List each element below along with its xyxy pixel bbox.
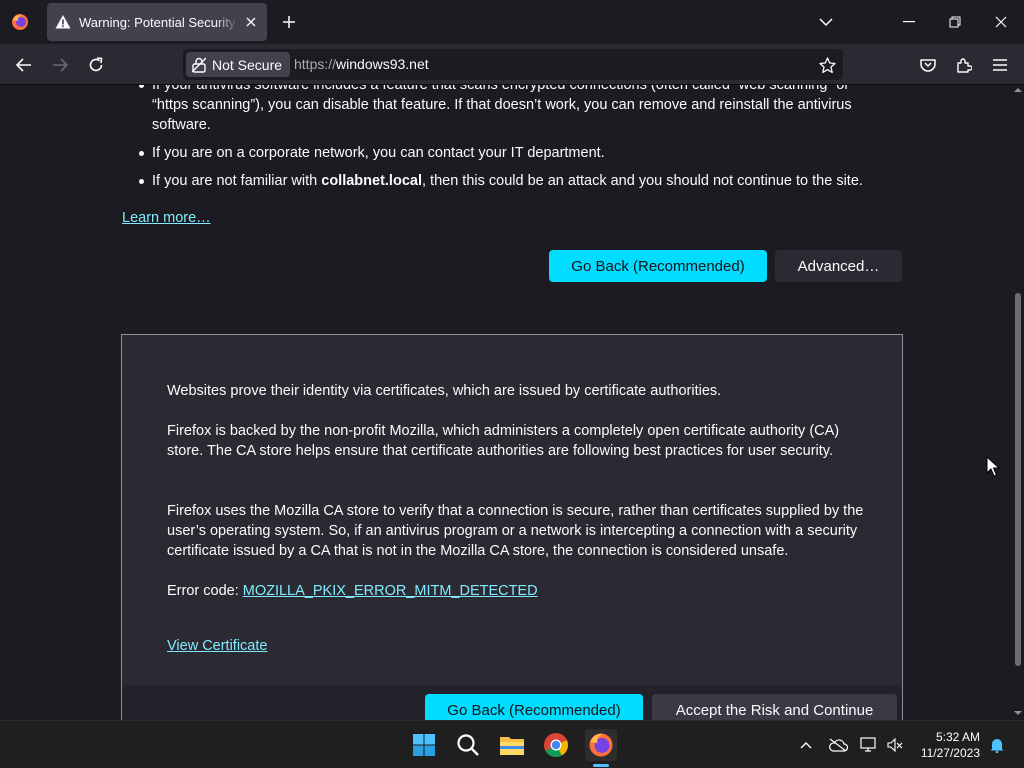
advanced-panel: Websites prove their identity via certif… xyxy=(121,334,903,720)
not-secure-label: Not Secure xyxy=(212,56,283,73)
learn-more-link[interactable]: Learn more… xyxy=(122,210,211,226)
error-code-label: Error code: xyxy=(167,583,243,599)
back-icon[interactable] xyxy=(11,52,37,78)
view-certificate-link[interactable]: View Certificate xyxy=(167,638,267,654)
extensions-icon[interactable] xyxy=(951,52,977,78)
url-host: windows93.net xyxy=(336,56,429,72)
tab-strip: Warning: Potential Security Risk Ahead xyxy=(0,0,1024,44)
close-window-icon[interactable] xyxy=(978,0,1024,44)
show-hidden-icons-icon[interactable] xyxy=(796,735,816,755)
bookmark-star-icon[interactable] xyxy=(817,55,837,75)
firefox-taskbar-icon[interactable] xyxy=(585,729,617,761)
bullet3-suffix: , then this could be an attack and you s… xyxy=(421,173,863,189)
forward-icon[interactable] xyxy=(47,52,73,78)
start-icon[interactable] xyxy=(408,729,440,761)
scroll-thumb[interactable] xyxy=(1015,293,1021,666)
panel-paragraph-1: Websites prove their identity via certif… xyxy=(167,383,722,399)
view-certificate-line: View Certificate xyxy=(167,636,867,656)
advice-list: If your antivirus software includes a fe… xyxy=(136,85,886,199)
bullet3-prefix: If you are not familiar with xyxy=(152,173,322,189)
active-app-indicator xyxy=(593,764,609,767)
tab-security-warning[interactable]: Warning: Potential Security Risk Ahead xyxy=(47,3,267,41)
mouse-cursor-icon xyxy=(986,456,1000,477)
restore-icon[interactable] xyxy=(932,0,978,44)
onedrive-offline-icon[interactable] xyxy=(828,735,848,755)
url-bar[interactable]: Not Secure https://windows93.net xyxy=(183,49,843,80)
panel-paragraph-3: Firefox uses the Mozilla CA store to ver… xyxy=(167,503,864,559)
scroll-up-icon[interactable] xyxy=(1014,86,1022,94)
taskbar: 5:32 AM 11/27/2023 xyxy=(0,720,1024,768)
target-host: collabnet.local xyxy=(321,173,422,189)
not-secure-badge[interactable]: Not Secure xyxy=(186,52,291,77)
list-item: If you are on a corporate network, you c… xyxy=(136,143,886,163)
file-explorer-icon[interactable] xyxy=(496,729,528,761)
reload-icon[interactable] xyxy=(83,52,109,78)
navigation-toolbar: Not Secure https://windows93.net xyxy=(0,44,1024,85)
minimize-icon[interactable] xyxy=(886,0,932,44)
advanced-button[interactable]: Advanced… xyxy=(775,250,902,282)
error-page-content: If your antivirus software includes a fe… xyxy=(0,85,1012,720)
warning-icon xyxy=(55,14,71,30)
go-back-button-secondary[interactable]: Go Back (Recommended) xyxy=(425,694,643,720)
clock-time: 5:32 AM xyxy=(935,730,980,744)
list-all-tabs-icon[interactable] xyxy=(816,12,836,32)
scroll-down-icon[interactable] xyxy=(1014,709,1022,717)
broken-lock-icon xyxy=(192,57,206,73)
page-scrollbar[interactable] xyxy=(1012,85,1024,720)
volume-muted-icon[interactable] xyxy=(885,735,905,755)
chrome-icon[interactable] xyxy=(540,729,572,761)
error-code-line: Error code: MOZILLA_PKIX_ERROR_MITM_DETE… xyxy=(167,581,867,601)
firefox-view-icon[interactable] xyxy=(8,10,32,34)
app-menu-icon[interactable] xyxy=(987,52,1013,78)
network-icon[interactable] xyxy=(859,735,879,755)
close-tab-icon[interactable] xyxy=(243,14,259,30)
panel-footer: Go Back (Recommended) Accept the Risk an… xyxy=(122,685,902,720)
new-tab-icon[interactable] xyxy=(279,12,299,32)
notification-bell-icon[interactable] xyxy=(987,735,1007,755)
accept-risk-button[interactable]: Accept the Risk and Continue xyxy=(652,694,897,720)
clock-date: 11/27/2023 xyxy=(920,746,980,760)
url-text[interactable]: https://windows93.net xyxy=(294,56,429,72)
panel-paragraph-2: Firefox is backed by the non-profit Mozi… xyxy=(167,423,840,459)
search-icon[interactable] xyxy=(452,729,484,761)
error-code-link[interactable]: MOZILLA_PKIX_ERROR_MITM_DETECTED xyxy=(243,583,538,599)
go-back-button[interactable]: Go Back (Recommended) xyxy=(549,250,767,282)
clock[interactable]: 5:32 AM 11/27/2023 xyxy=(908,729,980,761)
tab-title: Warning: Potential Security Risk Ahead xyxy=(79,14,239,30)
pocket-icon[interactable] xyxy=(915,52,941,78)
list-item: If you are not familiar with collabnet.l… xyxy=(136,171,886,191)
url-scheme: https:// xyxy=(294,56,337,72)
list-item: If your antivirus software includes a fe… xyxy=(136,85,886,135)
